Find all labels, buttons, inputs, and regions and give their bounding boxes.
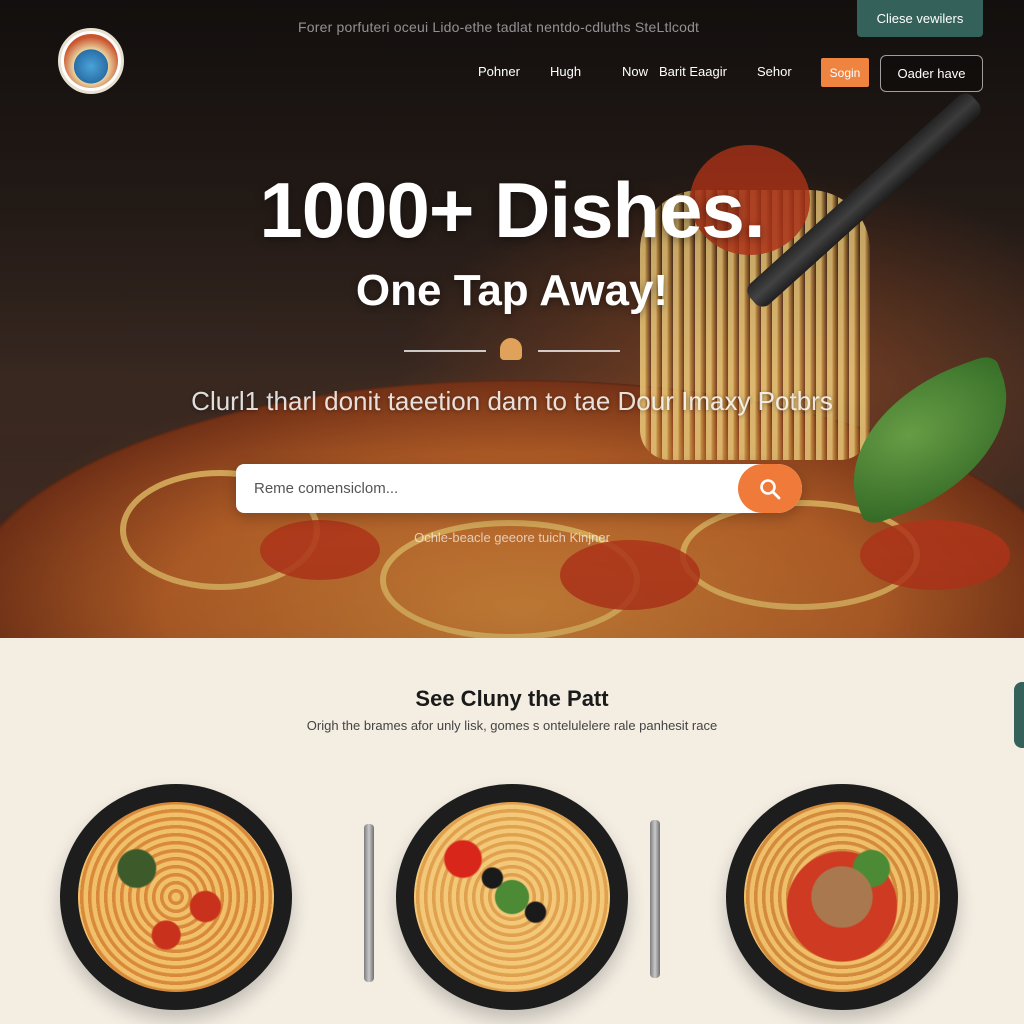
hero-subtitle: One Tap Away! xyxy=(355,266,669,315)
nav-item-2[interactable]: Hugh xyxy=(550,64,581,79)
dish-card-2[interactable] xyxy=(396,784,628,1010)
section-subtitle: Origh the brames afor unly lisk, gomes s… xyxy=(306,718,718,733)
corner-action-button[interactable]: Cliese vewilers xyxy=(857,0,983,37)
knife-icon xyxy=(650,820,660,978)
logo-emblem xyxy=(64,34,118,88)
search-input[interactable] xyxy=(254,464,734,513)
restaurant-logo-icon[interactable] xyxy=(58,28,124,94)
nav-item-4[interactable]: Barit Eaagir xyxy=(659,64,727,79)
dish-card-1[interactable] xyxy=(60,784,292,1010)
hero-divider-right xyxy=(538,350,620,352)
search-icon xyxy=(760,478,781,499)
order-now-button[interactable]: Oader have xyxy=(880,55,983,92)
hero-tagline: Clurl1 tharl donit taeetion dam to tae D… xyxy=(191,386,833,416)
dish-card-3[interactable] xyxy=(726,784,958,1010)
dish-image-meat-sauce-spaghetti xyxy=(744,802,940,992)
search-hint-text: Ochle-beacle geeore tuich Kinjner xyxy=(414,530,610,545)
login-button[interactable]: Sogin xyxy=(821,58,869,87)
nav-item-1[interactable]: Pohner xyxy=(478,64,520,79)
featured-dishes-section: See Cluny the Patt Origh the brames afor… xyxy=(0,638,1024,1024)
fork-icon xyxy=(364,824,374,982)
nav-item-3[interactable]: Now xyxy=(622,64,648,79)
hero-divider-ornament-icon xyxy=(500,338,522,360)
hero-section: Forer porfuteri oceui Lido-ethe tadlat n… xyxy=(0,0,1024,638)
dish-image-olive-spaghetti xyxy=(414,802,610,992)
hero-divider-left xyxy=(404,350,486,352)
nav-item-5[interactable]: Sehor xyxy=(757,64,792,79)
search-bar xyxy=(236,464,802,513)
section-title: See Cluny the Patt xyxy=(415,686,609,711)
top-announcement-text: Forer porfuteri oceui Lido-ethe tadlat n… xyxy=(298,19,700,35)
hero-title: 1000+ Dishes. xyxy=(259,166,765,254)
dish-image-pesto-spaghetti xyxy=(78,802,274,992)
side-feedback-tab[interactable] xyxy=(1014,682,1024,748)
search-button[interactable] xyxy=(738,464,802,513)
